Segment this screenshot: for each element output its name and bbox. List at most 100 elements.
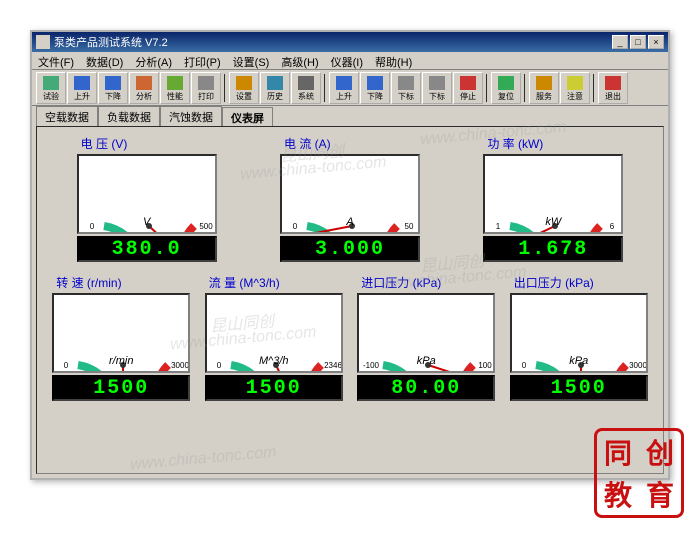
menu-item[interactable]: 帮助(H) xyxy=(369,52,418,69)
toolbar-button[interactable]: 试验 xyxy=(36,72,66,104)
toolbar-button[interactable]: 性能 xyxy=(160,72,190,104)
gauge-title: 电 压 (V) xyxy=(77,135,217,152)
gauge-dial: 0750150022503000r/min xyxy=(52,293,190,373)
toolbar-label: 历史 xyxy=(267,91,283,102)
toolbar-separator xyxy=(486,74,489,102)
close-button[interactable]: × xyxy=(648,35,664,49)
menu-item[interactable]: 高级(H) xyxy=(275,52,324,69)
tab[interactable]: 汽蚀数据 xyxy=(160,106,222,126)
gauge-value: 1500 xyxy=(551,377,607,400)
gauge-title: 进口压力 (kPa) xyxy=(357,274,495,291)
toolbar-button[interactable]: 服务 xyxy=(529,72,559,104)
toolbar-icon xyxy=(74,76,90,90)
gauge-lcd: 1500 xyxy=(205,375,343,401)
menu-bar: 文件(F)数据(D)分析(A)打印(P)设置(S)高级(H)仪器(I)帮助(H) xyxy=(32,52,668,70)
tab[interactable]: 负载数据 xyxy=(98,106,160,126)
toolbar-button[interactable]: 系统 xyxy=(291,72,321,104)
toolbar-button[interactable]: 上升 xyxy=(329,72,359,104)
gauge-lcd: 1500 xyxy=(52,375,190,401)
gauge-unit: r/min xyxy=(109,355,133,367)
gauge-dial: 123456kW xyxy=(483,154,623,234)
toolbar-icon xyxy=(536,76,552,90)
toolbar-button[interactable]: 下降 xyxy=(98,72,128,104)
toolbar-icon xyxy=(236,76,252,90)
toolbar-button[interactable]: 复位 xyxy=(491,72,521,104)
gauge-lcd: 3.000 xyxy=(280,236,420,262)
title-bar: 泵类产品测试系统 V7.2 _ □ × xyxy=(32,32,668,52)
svg-text:2346: 2346 xyxy=(324,361,342,370)
toolbar-icon xyxy=(367,76,383,90)
gauge-dial: 06001200180024003000kPa xyxy=(510,293,648,373)
toolbar-label: 上升 xyxy=(336,91,352,102)
toolbar-label: 下降 xyxy=(367,91,383,102)
toolbar-label: 打印 xyxy=(198,91,214,102)
toolbar-label: 下标 xyxy=(429,91,445,102)
stamp-char: 同 xyxy=(604,432,632,472)
toolbar-icon xyxy=(429,76,445,90)
toolbar-button[interactable]: 下标 xyxy=(391,72,421,104)
toolbar-icon xyxy=(498,76,514,90)
toolbar-button[interactable]: 注意 xyxy=(560,72,590,104)
gauge-unit: kW xyxy=(545,216,561,228)
gauge-title: 转 速 (r/min) xyxy=(52,274,190,291)
gauge-value: 80.00 xyxy=(391,377,461,400)
gauge-dial: 0100200300400500V xyxy=(77,154,217,234)
gauge-unit: kPa xyxy=(569,355,588,367)
toolbar-icon xyxy=(198,76,214,90)
toolbar-button[interactable]: 停止 xyxy=(453,72,483,104)
gauge: 转 速 (r/min) 0750150022503000r/min 1500 xyxy=(52,274,190,401)
toolbar: 试验上升下降分析性能打印设置历史系统上升下降下标下标停止复位服务注意退出 xyxy=(32,70,668,106)
menu-item[interactable]: 设置(S) xyxy=(227,52,276,69)
toolbar-button[interactable]: 打印 xyxy=(191,72,221,104)
toolbar-button[interactable]: 分析 xyxy=(129,72,159,104)
svg-text:3000: 3000 xyxy=(629,361,647,370)
tab[interactable]: 仪表屏 xyxy=(222,107,273,127)
toolbar-label: 分析 xyxy=(136,91,152,102)
menu-item[interactable]: 文件(F) xyxy=(32,52,80,69)
toolbar-button[interactable]: 历史 xyxy=(260,72,290,104)
menu-item[interactable]: 数据(D) xyxy=(80,52,129,69)
seal-stamp: 同 创 教 育 xyxy=(594,428,684,518)
toolbar-separator xyxy=(593,74,596,102)
toolbar-icon xyxy=(105,76,121,90)
toolbar-separator xyxy=(324,74,327,102)
toolbar-button[interactable]: 下标 xyxy=(422,72,452,104)
gauge-unit: V xyxy=(143,216,150,228)
toolbar-button[interactable]: 下降 xyxy=(360,72,390,104)
toolbar-button[interactable]: 退出 xyxy=(598,72,628,104)
app-window: 泵类产品测试系统 V7.2 _ □ × 文件(F)数据(D)分析(A)打印(P)… xyxy=(30,30,670,480)
menu-item[interactable]: 分析(A) xyxy=(129,52,178,69)
gauge-value: 3.000 xyxy=(315,238,385,261)
gauge-value: 1500 xyxy=(93,377,149,400)
toolbar-button[interactable]: 上升 xyxy=(67,72,97,104)
toolbar-icon xyxy=(167,76,183,90)
gauge-value: 380.0 xyxy=(112,238,182,261)
gauge: 电 流 (A)01020304050A3.000 xyxy=(280,135,420,262)
gauge-unit: M^3/h xyxy=(259,355,289,367)
stamp-char: 创 xyxy=(646,432,674,472)
tab[interactable]: 空载数据 xyxy=(36,106,98,126)
gauge-title: 流 量 (M^3/h) xyxy=(205,274,343,291)
gauge-value: 1500 xyxy=(246,377,302,400)
svg-text:0: 0 xyxy=(217,361,222,370)
toolbar-icon xyxy=(398,76,414,90)
gauge-dial: 01020304050A xyxy=(280,154,420,234)
toolbar-label: 服务 xyxy=(536,91,552,102)
toolbar-label: 注意 xyxy=(567,91,583,102)
gauge-lcd: 1500 xyxy=(510,375,648,401)
gauge-dial: -1000100kPa xyxy=(357,293,495,373)
window-title: 泵类产品测试系统 V7.2 xyxy=(54,34,612,50)
svg-text:6: 6 xyxy=(610,222,615,231)
toolbar-icon xyxy=(336,76,352,90)
svg-text:500: 500 xyxy=(199,222,213,231)
minimize-button[interactable]: _ xyxy=(612,35,628,49)
gauge-lcd: 80.00 xyxy=(357,375,495,401)
maximize-button[interactable]: □ xyxy=(630,35,646,49)
toolbar-icon xyxy=(605,76,621,90)
menu-item[interactable]: 仪器(I) xyxy=(325,52,369,69)
svg-text:1: 1 xyxy=(496,222,501,231)
toolbar-button[interactable]: 设置 xyxy=(229,72,259,104)
svg-text:100: 100 xyxy=(479,361,493,370)
toolbar-label: 设置 xyxy=(236,91,252,102)
menu-item[interactable]: 打印(P) xyxy=(178,52,227,69)
